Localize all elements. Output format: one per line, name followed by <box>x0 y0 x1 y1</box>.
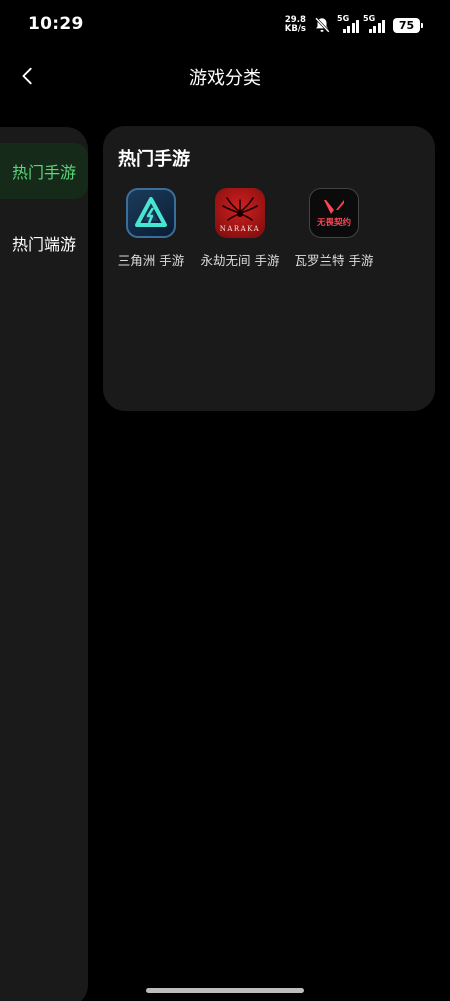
game-item-naraka[interactable]: NARAKA 永劫无间 手游 <box>198 188 282 269</box>
category-title: 热门手游 <box>118 149 190 170</box>
game-label: 瓦罗兰特 手游 <box>294 253 374 268</box>
battery-level: 75 <box>398 18 415 32</box>
sidebar-item-hot-pc-games[interactable]: 热门端游 <box>0 215 88 271</box>
battery-nub <box>421 22 423 28</box>
network-speed: 29.8 KB/s <box>285 16 306 34</box>
signal-indicator-2: 5G <box>363 14 385 33</box>
game-item-valorant[interactable]: 无畏契约 瓦罗兰特 手游 <box>293 188 375 269</box>
signal-bars-2-icon <box>368 20 385 33</box>
header: 游戏分类 <box>0 52 450 100</box>
status-indicators: 29.8 KB/s 5G 5G 75 <box>285 14 423 36</box>
delta-force-icon <box>126 188 176 238</box>
valorant-icon-text: 无畏契约 <box>316 217 351 228</box>
category-sidebar: 热门手游 热门端游 <box>0 127 88 1001</box>
home-indicator[interactable] <box>146 988 304 993</box>
network-speed-unit: KB/s <box>284 24 306 34</box>
status-bar: 10:29 29.8 KB/s 5G 5G 75 <box>0 0 450 52</box>
valorant-icon: 无畏契约 <box>309 188 359 238</box>
game-item-delta-force[interactable]: 三角洲 手游 <box>116 188 186 269</box>
battery-icon: 75 <box>393 17 423 33</box>
game-category-screen: 10:29 29.8 KB/s 5G 5G 75 游戏分类 热门手游 热门端游 … <box>0 0 450 1001</box>
category-card: 热门手游 三角洲 手游 NARAKA 永劫无间 手游 无畏契约 瓦罗兰特 手游 <box>103 126 435 411</box>
sidebar-item-hot-mobile-games[interactable]: 热门手游 <box>0 143 88 199</box>
page-title: 游戏分类 <box>189 68 261 89</box>
game-label: 三角洲 手游 <box>117 253 185 268</box>
game-label: 永劫无间 手游 <box>200 253 280 268</box>
bell-muted-icon <box>315 17 330 33</box>
naraka-icon-text: NARAKA <box>219 225 261 233</box>
signal-bars-1-icon <box>342 20 359 33</box>
status-time: 10:29 <box>28 14 84 34</box>
naraka-icon: NARAKA <box>215 188 265 238</box>
signal-indicator-1: 5G <box>337 14 359 33</box>
